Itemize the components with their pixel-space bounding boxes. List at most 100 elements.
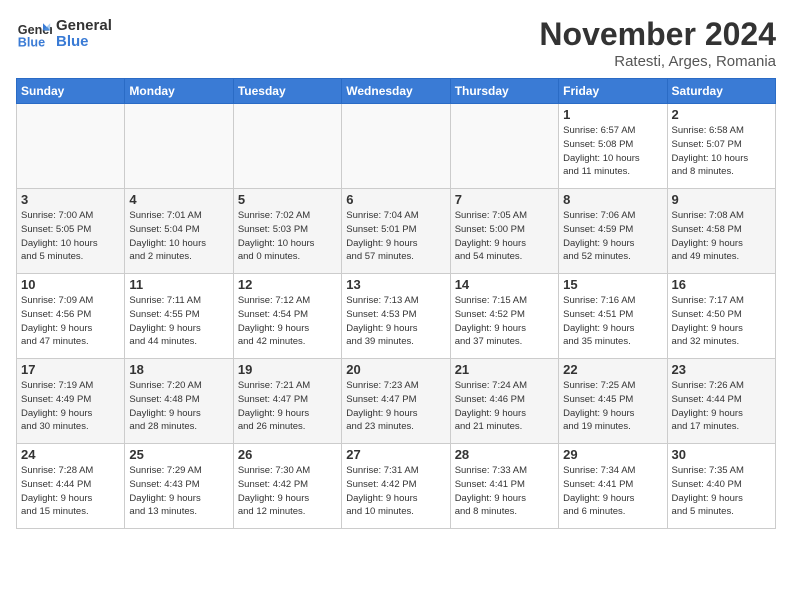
calendar-cell: 30Sunrise: 7:35 AM Sunset: 4:40 PM Dayli… [667, 444, 775, 529]
calendar-cell: 14 Sunrise: 7:15 AM Sunset: 4:52 PM Dayli… [450, 274, 558, 359]
day-header-saturday: Saturday [667, 79, 775, 104]
calendar-cell: 11 Sunrise: 7:11 AM Sunset: 4:55 PM Dayli… [125, 274, 233, 359]
day-info: Sunrise: 7:34 AM Sunset: 4:41 PM Dayligh… [563, 464, 662, 519]
calendar-cell: 23 Sunrise: 7:26 AM Sunset: 4:44 PM Dayli… [667, 359, 775, 444]
day-info: Sunrise: 7:19 AM Sunset: 4:49 PM Dayligh… [21, 379, 120, 434]
calendar-cell: 9 Sunrise: 7:08 AM Sunset: 4:58 PM Daylig… [667, 189, 775, 274]
day-number: 19 [238, 362, 337, 377]
calendar-cell: 22 Sunrise: 7:25 AM Sunset: 4:45 PM Dayli… [559, 359, 667, 444]
calendar-cell: 2Sunrise: 6:58 AM Sunset: 5:07 PM Daylig… [667, 104, 775, 189]
calendar-cell: 25 Sunrise: 7:29 AM Sunset: 4:43 PM Dayli… [125, 444, 233, 529]
calendar-week-3: 10 Sunrise: 7:09 AM Sunset: 4:56 PM Dayli… [17, 274, 776, 359]
day-number: 26 [238, 447, 337, 462]
logo-line2: Blue [56, 34, 112, 51]
calendar-table: SundayMondayTuesdayWednesdayThursdayFrid… [16, 78, 776, 529]
day-info: Sunrise: 7:24 AM Sunset: 4:46 PM Dayligh… [455, 379, 554, 434]
day-number: 28 [455, 447, 554, 462]
day-number: 9 [672, 192, 771, 207]
month-title: November 2024 [539, 16, 776, 53]
calendar-cell: 15 Sunrise: 7:16 AM Sunset: 4:51 PM Dayli… [559, 274, 667, 359]
day-number: 1 [563, 107, 662, 122]
day-info: Sunrise: 7:26 AM Sunset: 4:44 PM Dayligh… [672, 379, 771, 434]
day-number: 16 [672, 277, 771, 292]
calendar-cell: 20Sunrise: 7:23 AM Sunset: 4:47 PM Dayli… [342, 359, 450, 444]
day-number: 7 [455, 192, 554, 207]
day-info: Sunrise: 7:17 AM Sunset: 4:50 PM Dayligh… [672, 294, 771, 349]
day-info: Sunrise: 7:00 AM Sunset: 5:05 PM Dayligh… [21, 209, 120, 264]
calendar-cell: 7 Sunrise: 7:05 AM Sunset: 5:00 PM Daylig… [450, 189, 558, 274]
svg-text:Blue: Blue [18, 36, 45, 50]
calendar-week-2: 3 Sunrise: 7:00 AM Sunset: 5:05 PM Daylig… [17, 189, 776, 274]
calendar-cell: 17 Sunrise: 7:19 AM Sunset: 4:49 PM Dayli… [17, 359, 125, 444]
day-number: 5 [238, 192, 337, 207]
day-header-wednesday: Wednesday [342, 79, 450, 104]
day-number: 25 [129, 447, 228, 462]
calendar-cell [125, 104, 233, 189]
day-info: Sunrise: 7:04 AM Sunset: 5:01 PM Dayligh… [346, 209, 445, 264]
logo-line1: General [56, 18, 112, 35]
calendar-cell: 8 Sunrise: 7:06 AM Sunset: 4:59 PM Daylig… [559, 189, 667, 274]
calendar-cell: 26 Sunrise: 7:30 AM Sunset: 4:42 PM Dayli… [233, 444, 341, 529]
day-header-thursday: Thursday [450, 79, 558, 104]
calendar-week-5: 24Sunrise: 7:28 AM Sunset: 4:44 PM Dayli… [17, 444, 776, 529]
calendar-header-row: SundayMondayTuesdayWednesdayThursdayFrid… [17, 79, 776, 104]
day-number: 21 [455, 362, 554, 377]
calendar-cell: 13Sunrise: 7:13 AM Sunset: 4:53 PM Dayli… [342, 274, 450, 359]
day-info: Sunrise: 7:15 AM Sunset: 4:52 PM Dayligh… [455, 294, 554, 349]
calendar-week-1: 1Sunrise: 6:57 AM Sunset: 5:08 PM Daylig… [17, 104, 776, 189]
calendar-cell: 18Sunrise: 7:20 AM Sunset: 4:48 PM Dayli… [125, 359, 233, 444]
location-subtitle: Ratesti, Arges, Romania [539, 53, 776, 70]
day-info: Sunrise: 7:06 AM Sunset: 4:59 PM Dayligh… [563, 209, 662, 264]
day-info: Sunrise: 7:08 AM Sunset: 4:58 PM Dayligh… [672, 209, 771, 264]
day-number: 15 [563, 277, 662, 292]
day-number: 23 [672, 362, 771, 377]
logo-icon: General Blue [16, 16, 52, 52]
day-info: Sunrise: 7:05 AM Sunset: 5:00 PM Dayligh… [455, 209, 554, 264]
day-info: Sunrise: 7:30 AM Sunset: 4:42 PM Dayligh… [238, 464, 337, 519]
calendar-cell: 19 Sunrise: 7:21 AM Sunset: 4:47 PM Dayli… [233, 359, 341, 444]
calendar-cell: 21 Sunrise: 7:24 AM Sunset: 4:46 PM Dayli… [450, 359, 558, 444]
calendar-cell: 12 Sunrise: 7:12 AM Sunset: 4:54 PM Dayli… [233, 274, 341, 359]
day-info: Sunrise: 7:01 AM Sunset: 5:04 PM Dayligh… [129, 209, 228, 264]
day-number: 29 [563, 447, 662, 462]
calendar-cell: 28 Sunrise: 7:33 AM Sunset: 4:41 PM Dayli… [450, 444, 558, 529]
day-info: Sunrise: 7:11 AM Sunset: 4:55 PM Dayligh… [129, 294, 228, 349]
calendar-cell [450, 104, 558, 189]
day-info: Sunrise: 7:29 AM Sunset: 4:43 PM Dayligh… [129, 464, 228, 519]
day-info: Sunrise: 7:25 AM Sunset: 4:45 PM Dayligh… [563, 379, 662, 434]
calendar-cell [342, 104, 450, 189]
calendar-cell: 5 Sunrise: 7:02 AM Sunset: 5:03 PM Daylig… [233, 189, 341, 274]
calendar-cell: 10 Sunrise: 7:09 AM Sunset: 4:56 PM Dayli… [17, 274, 125, 359]
day-number: 17 [21, 362, 120, 377]
day-number: 22 [563, 362, 662, 377]
day-number: 4 [129, 192, 228, 207]
header: General Blue General Blue November 2024 … [16, 16, 776, 70]
day-info: Sunrise: 7:02 AM Sunset: 5:03 PM Dayligh… [238, 209, 337, 264]
day-info: Sunrise: 7:16 AM Sunset: 4:51 PM Dayligh… [563, 294, 662, 349]
day-header-friday: Friday [559, 79, 667, 104]
day-info: Sunrise: 7:12 AM Sunset: 4:54 PM Dayligh… [238, 294, 337, 349]
day-number: 11 [129, 277, 228, 292]
day-number: 8 [563, 192, 662, 207]
day-number: 14 [455, 277, 554, 292]
day-number: 12 [238, 277, 337, 292]
day-number: 18 [129, 362, 228, 377]
calendar-cell: 4 Sunrise: 7:01 AM Sunset: 5:04 PM Daylig… [125, 189, 233, 274]
calendar-cell: 3 Sunrise: 7:00 AM Sunset: 5:05 PM Daylig… [17, 189, 125, 274]
title-area: November 2024 Ratesti, Arges, Romania [539, 16, 776, 70]
day-info: Sunrise: 6:58 AM Sunset: 5:07 PM Dayligh… [672, 124, 771, 179]
day-info: Sunrise: 7:21 AM Sunset: 4:47 PM Dayligh… [238, 379, 337, 434]
day-info: Sunrise: 7:09 AM Sunset: 4:56 PM Dayligh… [21, 294, 120, 349]
day-number: 20 [346, 362, 445, 377]
day-info: Sunrise: 7:33 AM Sunset: 4:41 PM Dayligh… [455, 464, 554, 519]
calendar-cell [17, 104, 125, 189]
day-number: 3 [21, 192, 120, 207]
calendar-cell: 27Sunrise: 7:31 AM Sunset: 4:42 PM Dayli… [342, 444, 450, 529]
calendar-cell: 24Sunrise: 7:28 AM Sunset: 4:44 PM Dayli… [17, 444, 125, 529]
day-header-monday: Monday [125, 79, 233, 104]
calendar-cell: 29 Sunrise: 7:34 AM Sunset: 4:41 PM Dayli… [559, 444, 667, 529]
day-header-sunday: Sunday [17, 79, 125, 104]
day-info: Sunrise: 7:35 AM Sunset: 4:40 PM Dayligh… [672, 464, 771, 519]
calendar-cell: 1Sunrise: 6:57 AM Sunset: 5:08 PM Daylig… [559, 104, 667, 189]
day-number: 10 [21, 277, 120, 292]
